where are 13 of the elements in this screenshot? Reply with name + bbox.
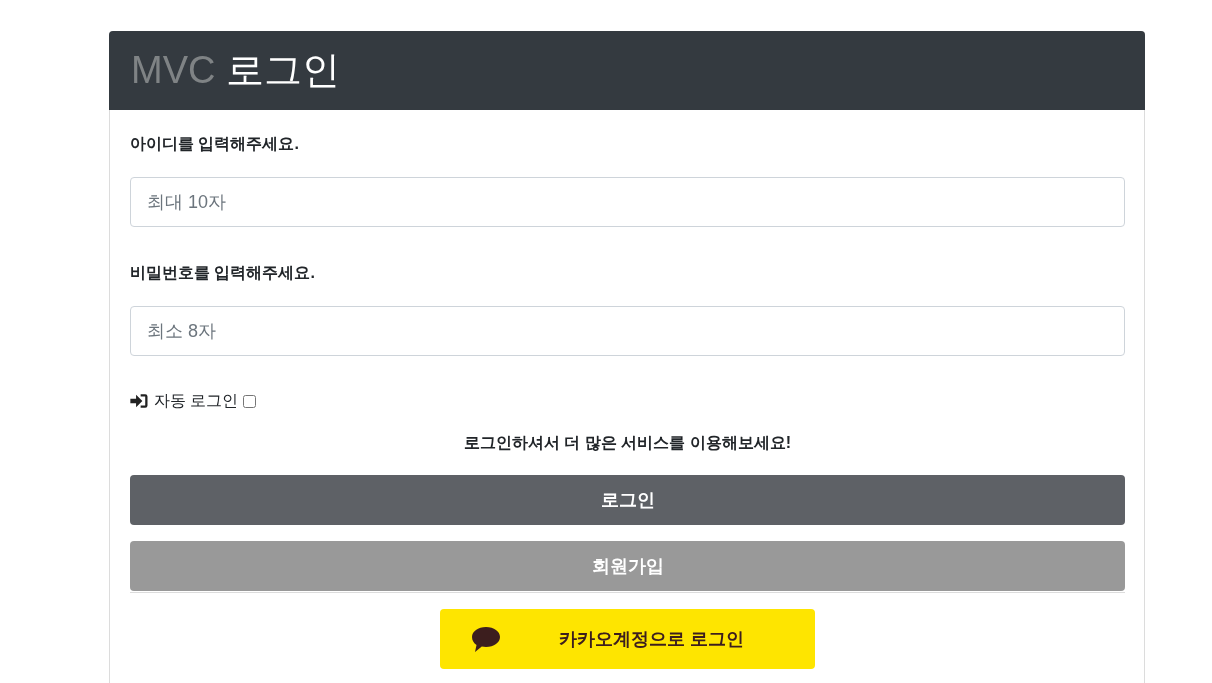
- input-field[interactable]: 최대 10자: [130, 177, 1125, 227]
- field-label: 아이디를 입력해주세요.: [130, 134, 300, 154]
- auto-login-checkbox[interactable]: [243, 394, 257, 408]
- sign-in-icon: [130, 393, 149, 409]
- card-title: 로그인: [226, 48, 341, 93]
- auto-login-label: 자동 로그인: [154, 390, 239, 411]
- field-label: 비밀번호를 입력해주세요.: [130, 263, 316, 283]
- login-button[interactable]: 로그인: [130, 475, 1125, 525]
- kakao-login-button[interactable]: 카카오계정으로 로그인: [440, 609, 815, 669]
- input-field[interactable]: 최소 8자: [130, 306, 1125, 356]
- speech-bubble-icon: [471, 625, 501, 653]
- info-message: 로그인하셔서 더 많은 서비스를 이용해보세요!: [463, 433, 792, 453]
- title-prefix: MVC: [131, 49, 216, 92]
